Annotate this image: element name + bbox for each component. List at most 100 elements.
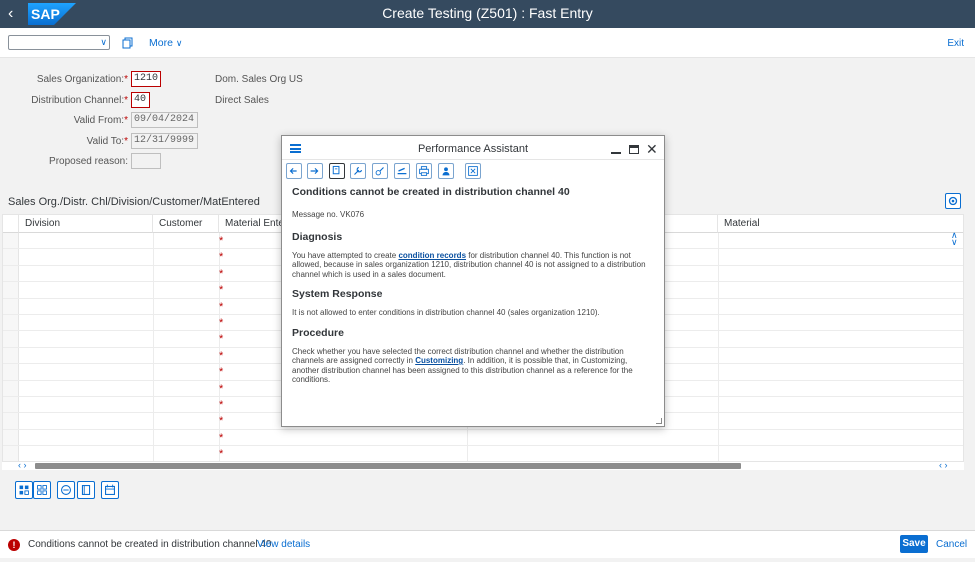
- technical-info-icon[interactable]: [372, 163, 388, 179]
- proposed-reason-label: Proposed reason:: [49, 156, 128, 167]
- sales-org-input[interactable]: 1210: [131, 71, 161, 87]
- required-marker: *: [219, 382, 224, 395]
- table-row[interactable]: *: [3, 446, 963, 461]
- more-button[interactable]: More ∨: [149, 37, 182, 49]
- valid-from-label-text: Valid From:: [73, 115, 125, 126]
- dialog-title: Performance Assistant: [417, 143, 529, 155]
- row-selector[interactable]: [3, 413, 19, 429]
- column-header-material[interactable]: Material: [718, 215, 963, 233]
- chevron-down-icon: ∨: [175, 38, 183, 48]
- toolbar: ∨ More ∨ Exit: [0, 28, 975, 58]
- row-selector[interactable]: [3, 380, 19, 396]
- scroll-thumb[interactable]: [35, 463, 741, 469]
- save-button[interactable]: Save: [900, 535, 928, 553]
- message-number: Message no. VK076: [292, 210, 365, 219]
- diagnosis-text-start: You have attempted to create: [292, 250, 399, 260]
- required-marker: *: [124, 115, 128, 126]
- table-title: Sales Org./Distr. Chl/Division/Customer/…: [8, 196, 260, 208]
- dist-channel-label: Distribution Channel:*: [0, 95, 128, 106]
- variant-select[interactable]: ∨: [8, 35, 110, 50]
- row-selector[interactable]: [3, 331, 19, 347]
- settings-icon[interactable]: [945, 193, 961, 209]
- minimize-icon[interactable]: [611, 152, 621, 154]
- deselect-all-icon[interactable]: [33, 481, 51, 499]
- required-marker: *: [219, 366, 224, 379]
- valid-from-label: Valid From:*: [0, 115, 128, 126]
- required-marker: *: [124, 136, 128, 147]
- message-footer: ! Conditions cannot be created in distri…: [0, 530, 975, 558]
- sales-org-description: Dom. Sales Org US: [215, 74, 303, 85]
- wrench-icon[interactable]: [350, 163, 366, 179]
- dialog-header[interactable]: Performance Assistant ✕: [282, 136, 664, 160]
- proposed-reason-input[interactable]: [131, 153, 161, 169]
- required-marker: *: [219, 300, 224, 313]
- forward-arrow-icon[interactable]: [307, 163, 323, 179]
- dist-channel-description: Direct Sales: [215, 95, 269, 106]
- document-icon[interactable]: [329, 163, 345, 179]
- edit-icon[interactable]: [394, 163, 410, 179]
- print-icon[interactable]: [416, 163, 432, 179]
- procedure-heading: Procedure: [292, 326, 344, 339]
- cancel-button[interactable]: Cancel: [936, 539, 967, 550]
- close-window-icon[interactable]: [465, 163, 481, 179]
- maximize-icon[interactable]: [629, 145, 639, 154]
- calendar-icon[interactable]: [101, 481, 119, 499]
- condition-records-link[interactable]: condition records: [398, 251, 466, 260]
- resize-handle[interactable]: [656, 418, 662, 424]
- close-icon[interactable]: ✕: [646, 141, 658, 158]
- row-selector[interactable]: [3, 364, 19, 380]
- customizing-link[interactable]: Customizing: [415, 356, 463, 365]
- details-icon[interactable]: [77, 481, 95, 499]
- required-marker: *: [219, 235, 224, 247]
- row-selector[interactable]: [3, 282, 19, 298]
- system-response-text: It is not allowed to enter conditions in…: [292, 308, 600, 317]
- row-selector[interactable]: [3, 397, 19, 413]
- user-icon[interactable]: [438, 163, 454, 179]
- row-selector[interactable]: [3, 249, 19, 265]
- page-title: Create Testing (Z501) : Fast Entry: [382, 5, 593, 21]
- required-marker: *: [219, 251, 224, 264]
- table-row[interactable]: *: [3, 429, 963, 447]
- required-marker: *: [219, 284, 224, 297]
- back-arrow-icon[interactable]: [286, 163, 302, 179]
- required-marker: *: [219, 333, 224, 346]
- diagnosis-text: You have attempted to create condition r…: [292, 251, 656, 280]
- required-marker: *: [219, 349, 224, 362]
- row-selector[interactable]: [3, 446, 19, 461]
- sales-org-label: Sales Organization:*: [0, 74, 128, 85]
- row-selector[interactable]: [3, 347, 19, 364]
- required-marker: *: [219, 399, 224, 411]
- row-selector[interactable]: [3, 233, 19, 249]
- diagnosis-heading: Diagnosis: [292, 230, 343, 243]
- select-all-header[interactable]: [3, 215, 19, 233]
- valid-to-label-text: Valid To:: [86, 136, 125, 147]
- scroll-left-icon[interactable]: ‹ ›: [18, 460, 27, 470]
- system-response-heading: System Response: [292, 288, 383, 300]
- exit-button[interactable]: Exit: [947, 38, 964, 49]
- dist-channel-input[interactable]: 40: [131, 92, 150, 108]
- select-all-icon[interactable]: [15, 481, 33, 499]
- row-selector[interactable]: [3, 429, 19, 446]
- copy-icon[interactable]: [122, 37, 134, 49]
- scroll-right-icon[interactable]: ‹ ›: [939, 460, 948, 470]
- column-header-customer[interactable]: Customer: [153, 215, 219, 233]
- required-marker: *: [219, 448, 224, 461]
- horizontal-scrollbar[interactable]: ‹ › ‹ ›: [2, 460, 964, 470]
- column-header-division[interactable]: Division: [19, 215, 153, 233]
- row-selector[interactable]: [3, 298, 19, 314]
- delete-row-icon[interactable]: [57, 481, 75, 499]
- error-message: Conditions cannot be created in distribu…: [28, 539, 272, 550]
- required-marker: *: [219, 267, 224, 280]
- valid-to-input[interactable]: 12/31/9999: [131, 133, 198, 149]
- required-marker: *: [219, 317, 224, 329]
- dist-channel-label-text: Distribution Channel:: [31, 95, 125, 106]
- valid-from-input[interactable]: 09/04/2024: [131, 112, 198, 128]
- procedure-text: Check whether you have selected the corr…: [292, 347, 656, 385]
- row-selector[interactable]: [3, 265, 19, 282]
- view-details-link[interactable]: View details: [257, 539, 310, 550]
- row-selector[interactable]: [3, 315, 19, 331]
- message-heading: Conditions cannot be created in distribu…: [292, 186, 570, 198]
- sales-org-label-text: Sales Organization:: [36, 74, 125, 85]
- vertical-scroll-arrows-icon[interactable]: ∧ ∨: [951, 231, 961, 247]
- required-marker: *: [219, 431, 224, 444]
